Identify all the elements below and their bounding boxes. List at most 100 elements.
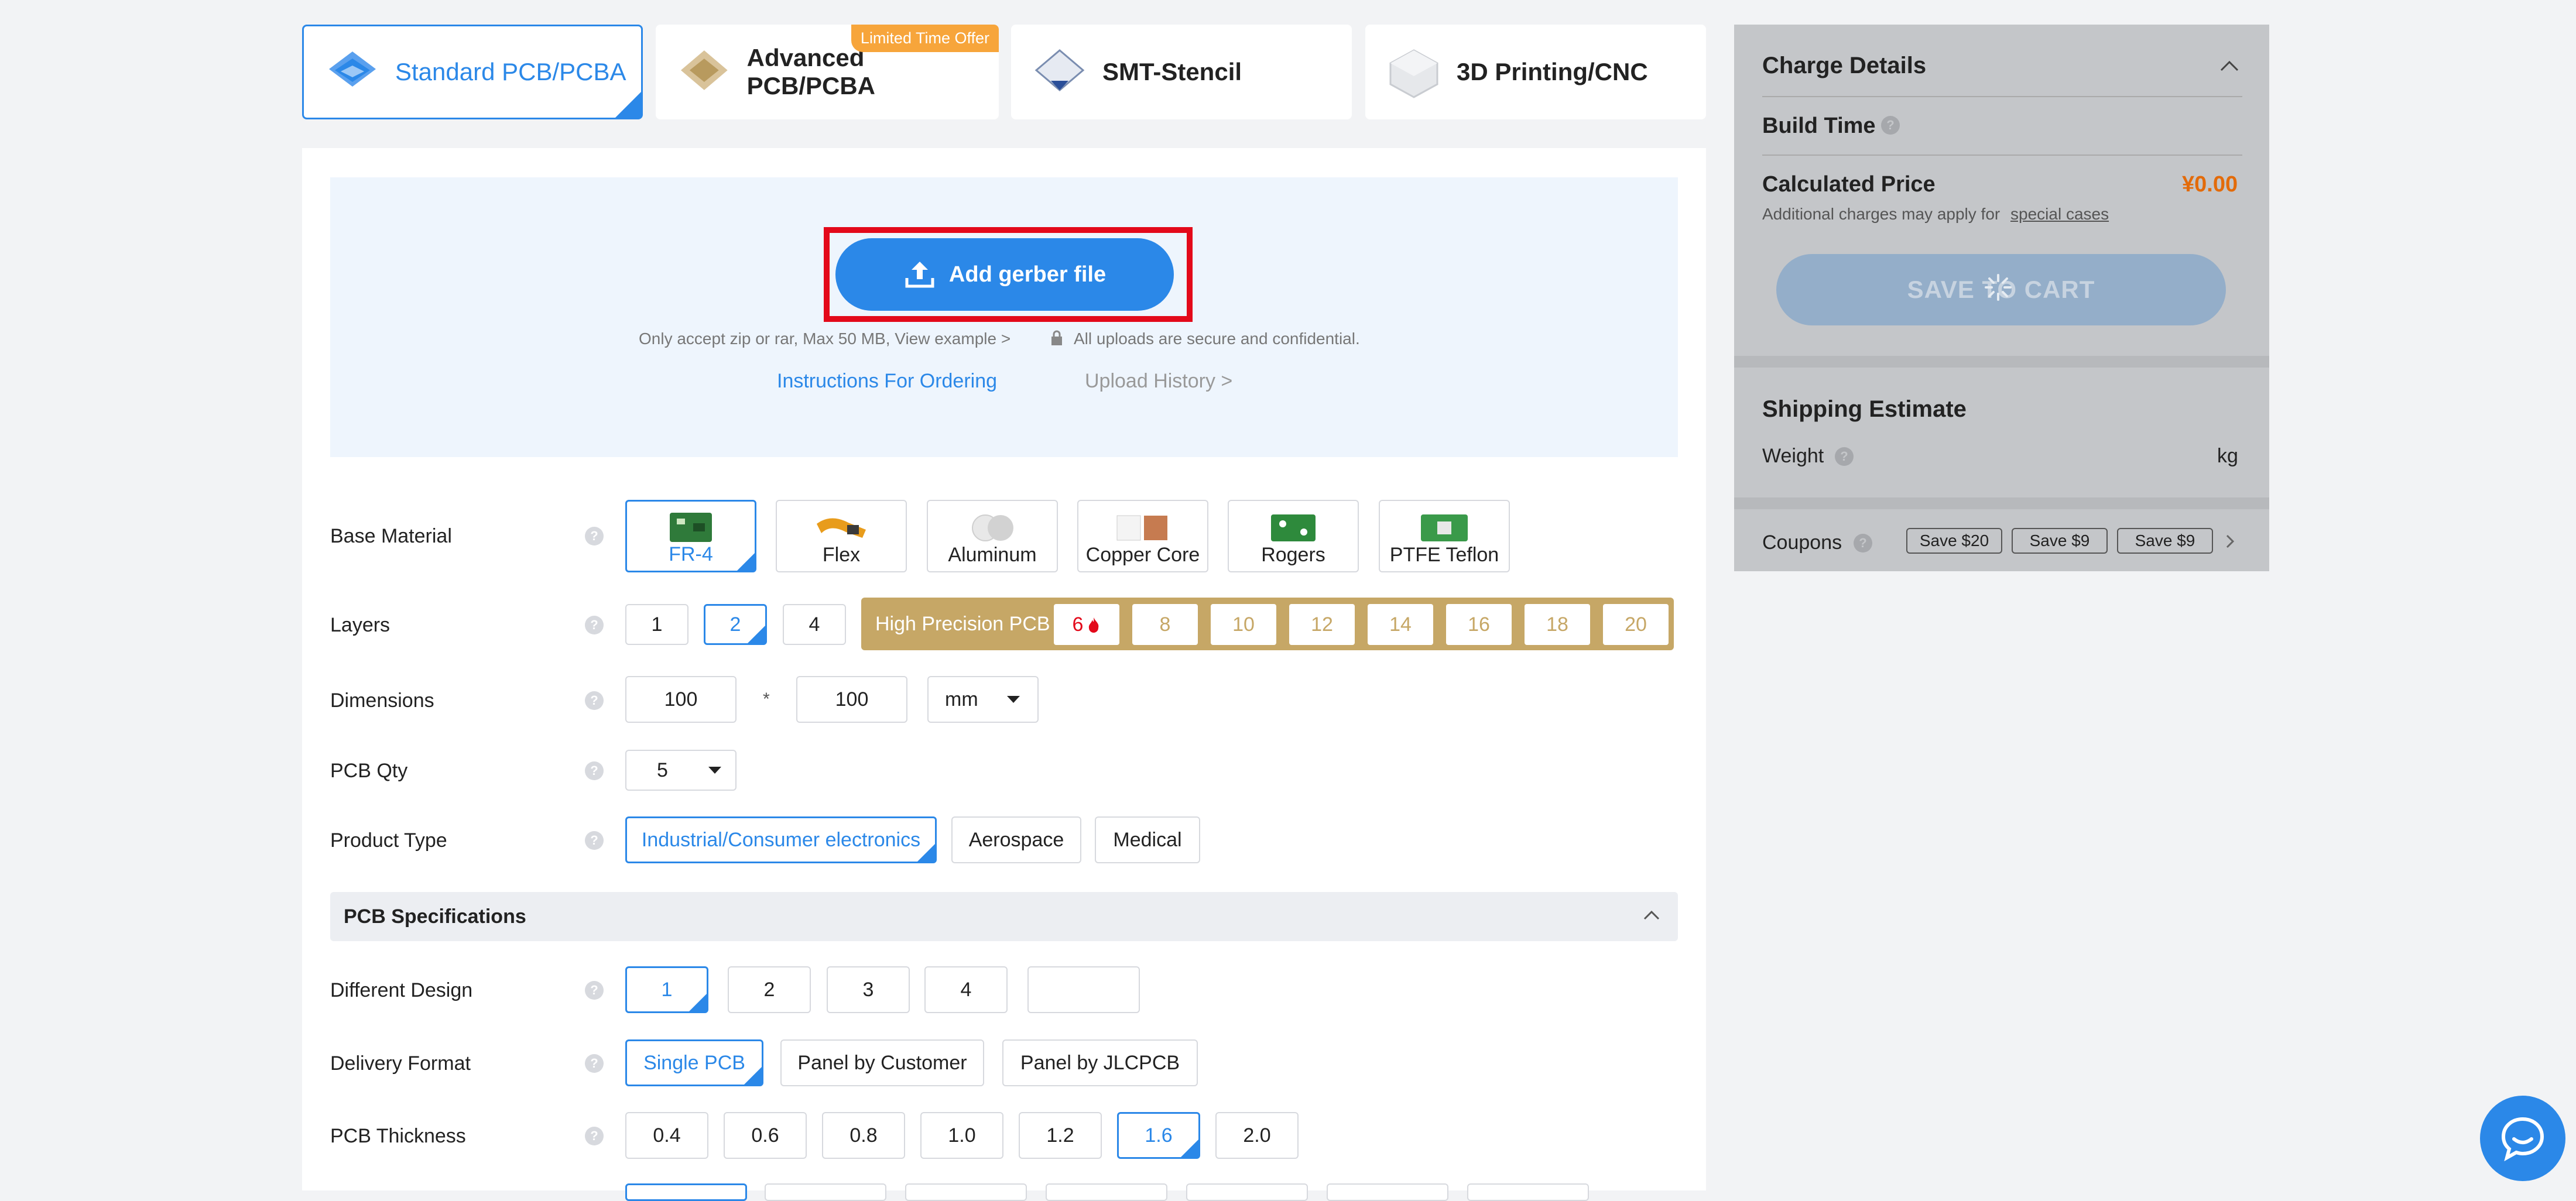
- coupon-chip[interactable]: Save $9: [2012, 528, 2108, 554]
- help-icon[interactable]: ?: [585, 761, 604, 780]
- next-row-option[interactable]: [1186, 1183, 1308, 1201]
- material-label: Flex: [822, 544, 861, 566]
- next-row-option[interactable]: [1327, 1183, 1448, 1201]
- hp-layer-14[interactable]: 14: [1368, 604, 1433, 645]
- hp-layer-20[interactable]: 20: [1603, 604, 1669, 645]
- hp-layer-6[interactable]: 6: [1054, 604, 1119, 645]
- design-option-3[interactable]: 3: [827, 966, 910, 1013]
- delivery-single-pcb[interactable]: Single PCB: [625, 1039, 763, 1086]
- material-ptfe-teflon[interactable]: PTFE Teflon: [1379, 500, 1510, 572]
- dimension-width-input[interactable]: 100: [625, 676, 737, 723]
- design-option-4[interactable]: 4: [924, 966, 1008, 1013]
- thickness-1-2[interactable]: 1.2: [1019, 1112, 1102, 1159]
- product-type-aerospace[interactable]: Aerospace: [951, 816, 1081, 863]
- help-icon[interactable]: ?: [1881, 116, 1900, 135]
- limited-offer-badge: Limited Time Offer: [851, 25, 999, 52]
- material-rogers[interactable]: Rogers: [1228, 500, 1359, 572]
- help-icon[interactable]: ?: [585, 1127, 604, 1145]
- dimension-height-input[interactable]: 100: [796, 676, 907, 723]
- next-row-option[interactable]: [1046, 1183, 1167, 1201]
- dimensions-label: Dimensions: [330, 689, 434, 712]
- pcb-qty-label: PCB Qty: [330, 760, 408, 782]
- upload-icon: [905, 262, 934, 288]
- material-copper-core[interactable]: Copper Core: [1077, 500, 1208, 572]
- design-custom-input[interactable]: [1027, 966, 1140, 1013]
- tab-3d-printing[interactable]: 3D Printing/CNC: [1365, 25, 1706, 119]
- design-option-1[interactable]: 1: [625, 966, 708, 1013]
- fire-icon: [1089, 617, 1099, 633]
- hp-layer-18[interactable]: 18: [1525, 604, 1590, 645]
- chat-support-button[interactable]: [2480, 1096, 2565, 1181]
- tab-advanced-pcb[interactable]: Advanced PCB/PCBA Limited Time Offer: [656, 25, 999, 119]
- special-cases-link[interactable]: special cases: [2010, 205, 2109, 224]
- help-icon[interactable]: ?: [585, 1054, 604, 1073]
- tab-smt-stencil[interactable]: SMT-Stencil: [1011, 25, 1352, 119]
- tab-label: 3D Printing/CNC: [1457, 58, 1648, 85]
- help-icon[interactable]: ?: [585, 981, 604, 1000]
- material-fr4[interactable]: FR-4: [625, 500, 756, 572]
- thickness-1-6[interactable]: 1.6: [1117, 1112, 1200, 1159]
- help-icon[interactable]: ?: [1835, 447, 1854, 466]
- product-type-industrial[interactable]: Industrial/Consumer electronics: [625, 816, 937, 863]
- tab-standard-pcb[interactable]: Standard PCB/PCBA: [302, 25, 643, 119]
- divider: [1762, 155, 2242, 156]
- hp-layer-16[interactable]: 16: [1446, 604, 1512, 645]
- upload-history-link[interactable]: Upload History >: [1085, 370, 1232, 393]
- delivery-panel-by-jlcpcb[interactable]: Panel by JLCPCB: [1002, 1039, 1198, 1086]
- chevron-up-icon[interactable]: [1643, 910, 1660, 921]
- thickness-0-4[interactable]: 0.4: [625, 1112, 708, 1159]
- selected-check-icon: [917, 844, 935, 862]
- thickness-0-6[interactable]: 0.6: [724, 1112, 807, 1159]
- layer-option-1[interactable]: 1: [625, 604, 688, 645]
- chevron-right-icon[interactable]: [2225, 534, 2235, 549]
- chat-icon: [2501, 1117, 2544, 1161]
- product-type-label: Product Type: [330, 829, 447, 852]
- add-gerber-button[interactable]: Add gerber file: [835, 238, 1174, 311]
- coupon-chip[interactable]: Save $20: [1906, 528, 2002, 554]
- next-row-option[interactable]: [905, 1183, 1027, 1201]
- pcb-qty-select[interactable]: 5: [625, 750, 737, 791]
- help-icon[interactable]: ?: [585, 831, 604, 850]
- next-row-option[interactable]: [1467, 1183, 1589, 1201]
- product-type-medical[interactable]: Medical: [1095, 816, 1200, 863]
- add-gerber-label: Add gerber file: [948, 262, 1107, 287]
- layer-option-2[interactable]: 2: [704, 604, 767, 645]
- layer-option-4[interactable]: 4: [783, 604, 846, 645]
- delivery-panel-by-customer[interactable]: Panel by Customer: [780, 1039, 984, 1086]
- dimension-separator: *: [763, 689, 770, 709]
- fr4-board-icon: [670, 513, 712, 542]
- instructions-link[interactable]: Instructions For Ordering: [777, 370, 997, 393]
- help-icon[interactable]: ?: [1854, 534, 1872, 553]
- thickness-0-8[interactable]: 0.8: [822, 1112, 905, 1159]
- advanced-pcb-icon: [680, 50, 728, 90]
- hp-layer-12[interactable]: 12: [1289, 604, 1355, 645]
- material-aluminum[interactable]: Aluminum: [927, 500, 1058, 572]
- build-time-label: Build Time: [1762, 114, 1876, 138]
- charge-details-title: Charge Details: [1762, 53, 1927, 78]
- chevron-up-icon[interactable]: [2219, 60, 2239, 73]
- next-row-option[interactable]: [765, 1183, 886, 1201]
- coupon-chip[interactable]: Save $9: [2117, 528, 2213, 554]
- chevron-down-icon: [1007, 696, 1020, 703]
- help-icon[interactable]: ?: [585, 616, 604, 634]
- design-option-2[interactable]: 2: [728, 966, 811, 1013]
- material-flex[interactable]: Flex: [776, 500, 907, 572]
- help-icon[interactable]: ?: [585, 527, 604, 545]
- thickness-1-0[interactable]: 1.0: [920, 1112, 1003, 1159]
- shipping-estimate-card: [1734, 368, 2269, 497]
- material-label: PTFE Teflon: [1389, 544, 1499, 566]
- aluminum-board-icon: [972, 514, 1013, 541]
- next-row-option[interactable]: [625, 1183, 747, 1201]
- pcb-thickness-label: PCB Thickness: [330, 1125, 466, 1147]
- thickness-2-0[interactable]: 2.0: [1215, 1112, 1299, 1159]
- tab-label: SMT-Stencil: [1102, 58, 1242, 85]
- hp-layer-10[interactable]: 10: [1211, 604, 1276, 645]
- tab-label: Standard PCB/PCBA: [395, 58, 626, 85]
- thickness-value: 1.6: [1145, 1124, 1173, 1147]
- unit-select[interactable]: mm: [927, 676, 1039, 723]
- pcb-specifications-header[interactable]: [330, 892, 1678, 941]
- help-icon[interactable]: ?: [585, 691, 604, 710]
- additional-charges-note: Additional charges may apply for: [1762, 205, 2000, 223]
- hp-layer-8[interactable]: 8: [1132, 604, 1198, 645]
- material-label: FR-4: [669, 543, 713, 565]
